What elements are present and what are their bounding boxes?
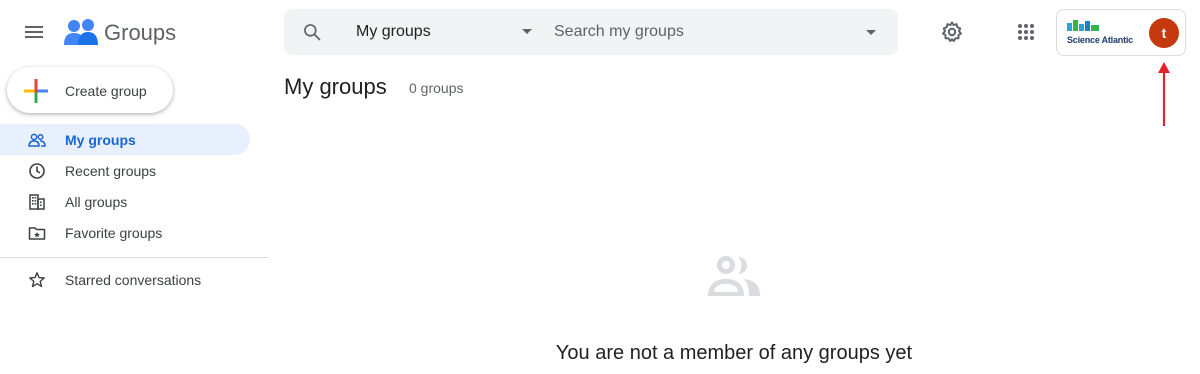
sidebar-item-label: All groups bbox=[65, 194, 128, 210]
account-switcher[interactable]: Science Atlantic t bbox=[1056, 9, 1186, 56]
empty-groups-icon bbox=[708, 256, 760, 296]
app-name[interactable]: Groups bbox=[104, 20, 176, 46]
search-options-caret-icon[interactable] bbox=[866, 30, 876, 35]
star-icon bbox=[29, 272, 45, 288]
organization-logo: Science Atlantic bbox=[1067, 19, 1139, 47]
science-atlantic-logo-icon bbox=[1067, 20, 1099, 31]
create-group-button[interactable]: Create group bbox=[7, 67, 173, 113]
sidebar-item-label: Favorite groups bbox=[65, 225, 163, 241]
sidebar-item-label: My groups bbox=[65, 132, 136, 148]
search-input[interactable] bbox=[554, 17, 844, 47]
top-bar: Groups My groups Search my groups Scienc… bbox=[0, 0, 1200, 126]
clock-icon bbox=[29, 163, 45, 179]
plus-icon bbox=[24, 79, 48, 103]
group-count: 0 groups bbox=[409, 80, 464, 96]
groups-app: Groups My groups Search my groups Scienc… bbox=[0, 0, 1200, 374]
search-scope-dropdown[interactable]: My groups bbox=[344, 9, 540, 55]
sidebar-item-favorite-groups[interactable]: Favorite groups bbox=[0, 217, 250, 248]
sidebar-item-label: Starred conversations bbox=[65, 272, 202, 288]
main-content: My groups 0 groups You are not a member … bbox=[284, 64, 1200, 374]
organization-name: Science Atlantic bbox=[1067, 35, 1133, 45]
create-group-label: Create group bbox=[65, 83, 147, 99]
gear-icon[interactable] bbox=[940, 20, 964, 44]
search-bar: My groups bbox=[284, 9, 898, 55]
sidebar-item-label: Recent groups bbox=[65, 163, 157, 179]
sidebar-item-starred-conversations[interactable]: Starred conversations bbox=[0, 264, 250, 295]
sidebar-item-all-groups[interactable]: All groups bbox=[0, 186, 250, 217]
folder-star-icon bbox=[28, 227, 46, 240]
main-menu-button[interactable] bbox=[20, 18, 48, 46]
sidebar: Create group My groups Recent groups All… bbox=[0, 64, 270, 374]
sidebar-item-recent-groups[interactable]: Recent groups bbox=[0, 155, 250, 186]
sidebar-nav: My groups Recent groups All groups Favor… bbox=[0, 124, 270, 295]
search-icon[interactable] bbox=[302, 22, 322, 42]
people-icon bbox=[28, 133, 46, 147]
search-scope-label: My groups bbox=[356, 23, 431, 40]
avatar[interactable]: t bbox=[1149, 18, 1179, 48]
empty-state-message: You are not a member of any groups yet bbox=[555, 342, 913, 364]
sidebar-item-my-groups[interactable]: My groups bbox=[0, 124, 250, 155]
apps-grid-icon[interactable] bbox=[1014, 20, 1038, 44]
page-title: My groups bbox=[284, 74, 387, 99]
sidebar-divider bbox=[0, 257, 269, 258]
groups-logo-icon bbox=[64, 19, 98, 45]
building-icon bbox=[29, 194, 45, 210]
caret-down-icon bbox=[522, 29, 532, 34]
